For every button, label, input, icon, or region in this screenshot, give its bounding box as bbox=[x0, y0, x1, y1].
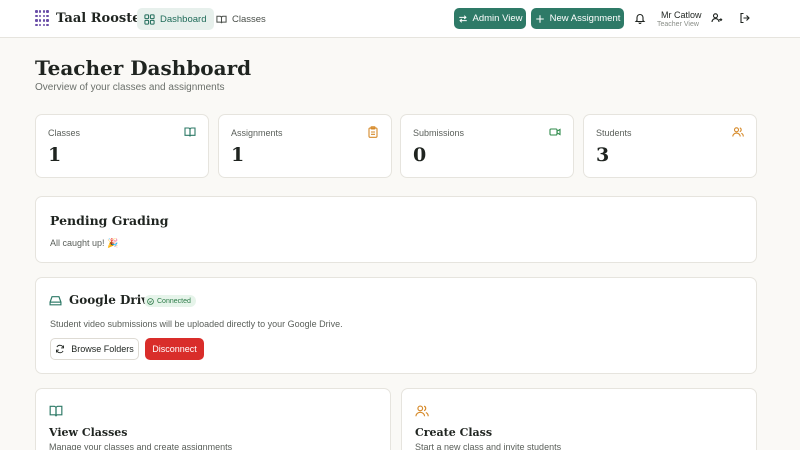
tab-dashboard-label: Dashboard bbox=[160, 13, 207, 25]
users-icon bbox=[415, 405, 429, 417]
switch-icon bbox=[458, 14, 467, 23]
stat-value: 1 bbox=[231, 144, 245, 166]
view-classes-title: View Classes bbox=[49, 426, 128, 439]
pending-grading-title: Pending Grading bbox=[50, 213, 169, 228]
users-icon bbox=[732, 127, 744, 137]
stat-value: 3 bbox=[596, 144, 610, 166]
stat-label: Submissions bbox=[413, 128, 465, 138]
disconnect-button[interactable]: Disconnect bbox=[145, 338, 204, 360]
view-classes-card[interactable]: View Classes Manage your classes and cre… bbox=[35, 388, 391, 450]
stat-card-students: Students 3 bbox=[583, 114, 757, 178]
refresh-icon bbox=[56, 344, 65, 354]
view-classes-description: Manage your classes and create assignmen… bbox=[49, 442, 233, 450]
google-drive-card: Google Drive Connected Student video sub… bbox=[35, 277, 757, 374]
admin-view-button[interactable]: Admin View bbox=[454, 8, 526, 29]
stat-card-classes: Classes 1 bbox=[35, 114, 209, 178]
video-icon bbox=[549, 128, 561, 136]
pending-grading-card: Pending Grading All caught up! 🎉 bbox=[35, 196, 757, 263]
book-open-icon bbox=[49, 405, 63, 417]
browse-folders-label: Browse Folders bbox=[71, 344, 134, 354]
stat-card-submissions: Submissions 0 bbox=[400, 114, 574, 178]
brand-name[interactable]: Taal Rooster bbox=[56, 11, 147, 26]
grid-icon bbox=[144, 13, 155, 25]
top-nav: Taal Rooster Dashboard Classes Admin Vie… bbox=[0, 0, 800, 38]
stat-card-assignments: Assignments 1 bbox=[218, 114, 392, 178]
admin-view-label: Admin View bbox=[472, 13, 523, 24]
book-open-icon bbox=[184, 127, 196, 137]
check-circle-icon bbox=[147, 297, 154, 305]
stat-label: Classes bbox=[48, 128, 81, 138]
status-badge-label: Connected bbox=[157, 297, 191, 305]
logo-icon[interactable] bbox=[35, 10, 49, 27]
user-role: Teacher View bbox=[657, 21, 699, 28]
create-class-title: Create Class bbox=[415, 426, 493, 439]
new-assignment-label: New Assignment bbox=[549, 13, 621, 24]
create-class-description: Start a new class and invite students bbox=[415, 442, 562, 450]
bell-icon[interactable] bbox=[634, 12, 646, 24]
page-subtitle: Overview of your classes and assignments bbox=[35, 82, 225, 93]
stat-label: Students bbox=[596, 128, 632, 138]
user-name: Mr Catlow bbox=[661, 10, 702, 20]
tab-dashboard[interactable]: Dashboard bbox=[137, 8, 215, 30]
pending-grading-message: All caught up! 🎉 bbox=[50, 238, 119, 248]
book-icon bbox=[216, 15, 227, 23]
hard-drive-icon bbox=[49, 296, 62, 306]
google-drive-title: Google Drive bbox=[69, 293, 156, 307]
tab-classes[interactable]: Classes bbox=[209, 8, 274, 30]
user-switch-icon[interactable] bbox=[711, 12, 723, 24]
status-badge: Connected bbox=[144, 295, 196, 307]
logout-icon[interactable] bbox=[739, 12, 751, 24]
new-assignment-button[interactable]: New Assignment bbox=[531, 8, 624, 29]
google-drive-description: Student video submissions will be upload… bbox=[50, 319, 343, 329]
clipboard-icon bbox=[368, 126, 378, 138]
stat-value: 0 bbox=[413, 144, 427, 166]
plus-icon bbox=[535, 14, 544, 23]
create-class-card[interactable]: Create Class Start a new class and invit… bbox=[401, 388, 757, 450]
stat-label: Assignments bbox=[231, 128, 283, 138]
page-title: Teacher Dashboard bbox=[35, 56, 252, 80]
tab-classes-label: Classes bbox=[232, 13, 266, 25]
stat-value: 1 bbox=[48, 144, 62, 166]
browse-folders-button[interactable]: Browse Folders bbox=[50, 338, 139, 360]
